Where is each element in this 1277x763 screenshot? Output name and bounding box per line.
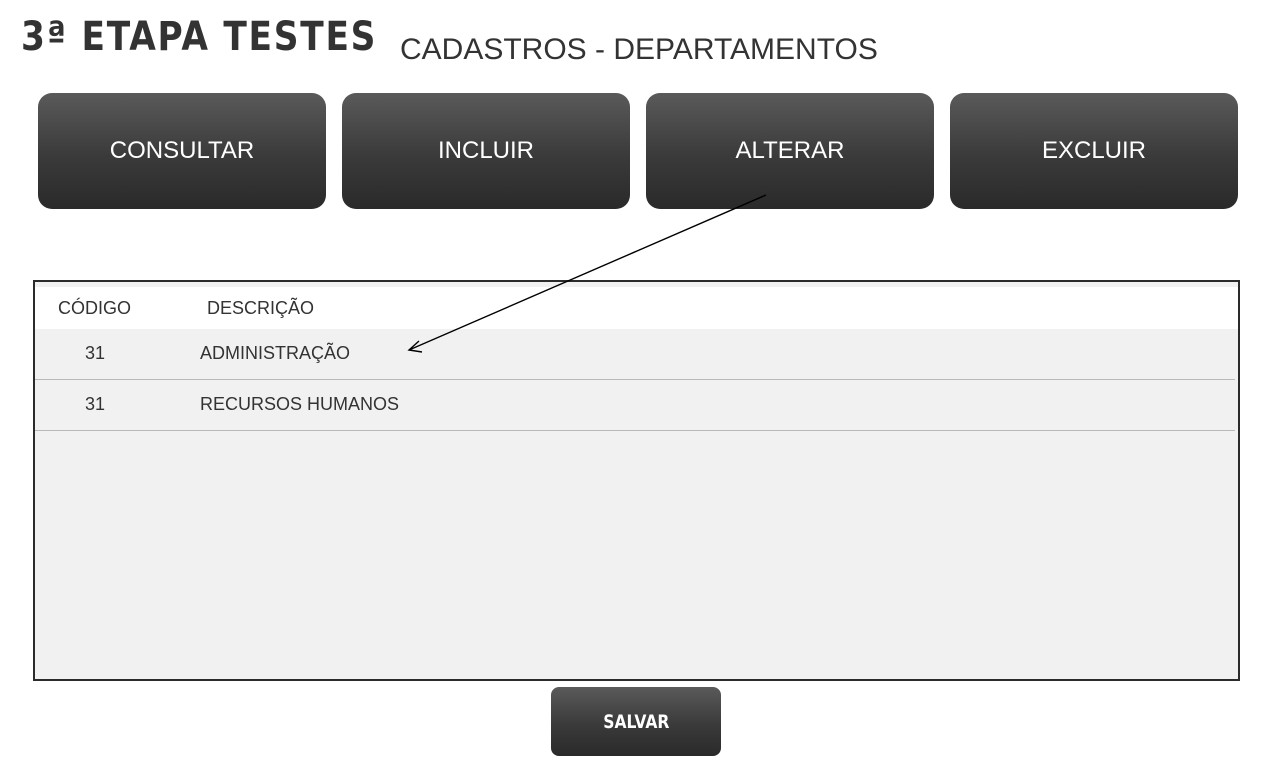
brand-logo-text: 3ª ETAPA TESTES bbox=[21, 14, 378, 60]
column-header-description: DESCRIÇÃO bbox=[207, 298, 315, 318]
save-button-label: SALVAR bbox=[602, 710, 670, 733]
table-row[interactable]: 31 ADMINISTRAÇÃO bbox=[35, 329, 1235, 380]
page-title: CADASTROS - DEPARTAMENTOS bbox=[400, 33, 878, 66]
column-header-code: CÓDIGO bbox=[58, 298, 132, 318]
cell-code: 31 bbox=[85, 343, 106, 363]
cell-description: RECURSOS HUMANOS bbox=[200, 394, 400, 414]
save-button[interactable]: SALVAR bbox=[551, 687, 721, 756]
excluir-button[interactable]: EXCLUIR bbox=[950, 93, 1238, 209]
alterar-button[interactable]: ALTERAR bbox=[646, 93, 934, 209]
consultar-button[interactable]: CONSULTAR bbox=[38, 93, 326, 209]
table-header: CÓDIGO DESCRIÇÃO bbox=[35, 287, 1238, 329]
cell-description: ADMINISTRAÇÃO bbox=[200, 343, 351, 363]
cell-code: 31 bbox=[85, 394, 106, 414]
page: 3ª ETAPA TESTES CADASTROS - DEPARTAMENTO… bbox=[0, 0, 1277, 763]
incluir-button[interactable]: INCLUIR bbox=[342, 93, 630, 209]
table-row[interactable]: 31 RECURSOS HUMANOS bbox=[35, 380, 1235, 431]
departments-table: CÓDIGO DESCRIÇÃO 31 ADMINISTRAÇÃO 31 REC… bbox=[33, 280, 1240, 681]
